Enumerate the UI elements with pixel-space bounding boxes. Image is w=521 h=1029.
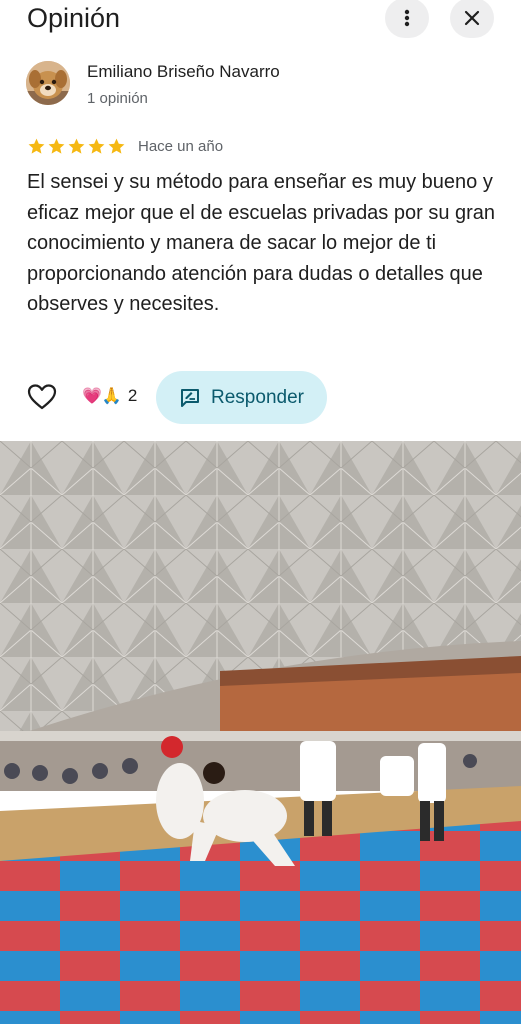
review-time: Hace un año <box>138 137 224 155</box>
review-photo[interactable] <box>0 441 521 1024</box>
star-rating <box>27 137 126 156</box>
rate-review-icon <box>181 388 200 407</box>
star-icon <box>28 138 45 154</box>
reactions[interactable]: 💗🙏 2 <box>82 386 137 406</box>
star-icon <box>48 138 65 154</box>
reply-button[interactable]: Responder <box>156 371 327 424</box>
close-button[interactable] <box>450 0 494 38</box>
review-header: Opinión <box>0 0 521 44</box>
reaction-count: 2 <box>127 386 138 405</box>
more-options-button[interactable] <box>385 0 429 38</box>
close-icon <box>464 10 480 26</box>
star-icon <box>88 138 105 154</box>
star-icon <box>108 138 125 154</box>
avatar[interactable] <box>26 61 70 105</box>
karate-tournament-photo <box>0 441 521 1024</box>
review-text: El sensei y su método para enseñar es mu… <box>27 171 496 315</box>
review-actions: 💗🙏 2 Responder <box>0 368 521 426</box>
more-vert-icon <box>404 9 410 27</box>
reply-label: Responder <box>211 386 304 408</box>
rating-row: Hace un año <box>27 136 223 156</box>
dog-avatar <box>26 61 70 105</box>
like-button[interactable] <box>25 381 59 413</box>
page-title: Opinión <box>27 3 121 33</box>
reaction-emojis: 💗🙏 <box>82 386 122 405</box>
author-name[interactable]: Emiliano Briseño Navarro <box>87 62 280 82</box>
heart-outline-icon <box>27 384 57 410</box>
author-review-count: 1 opinión <box>87 90 148 107</box>
star-icon <box>68 138 85 154</box>
